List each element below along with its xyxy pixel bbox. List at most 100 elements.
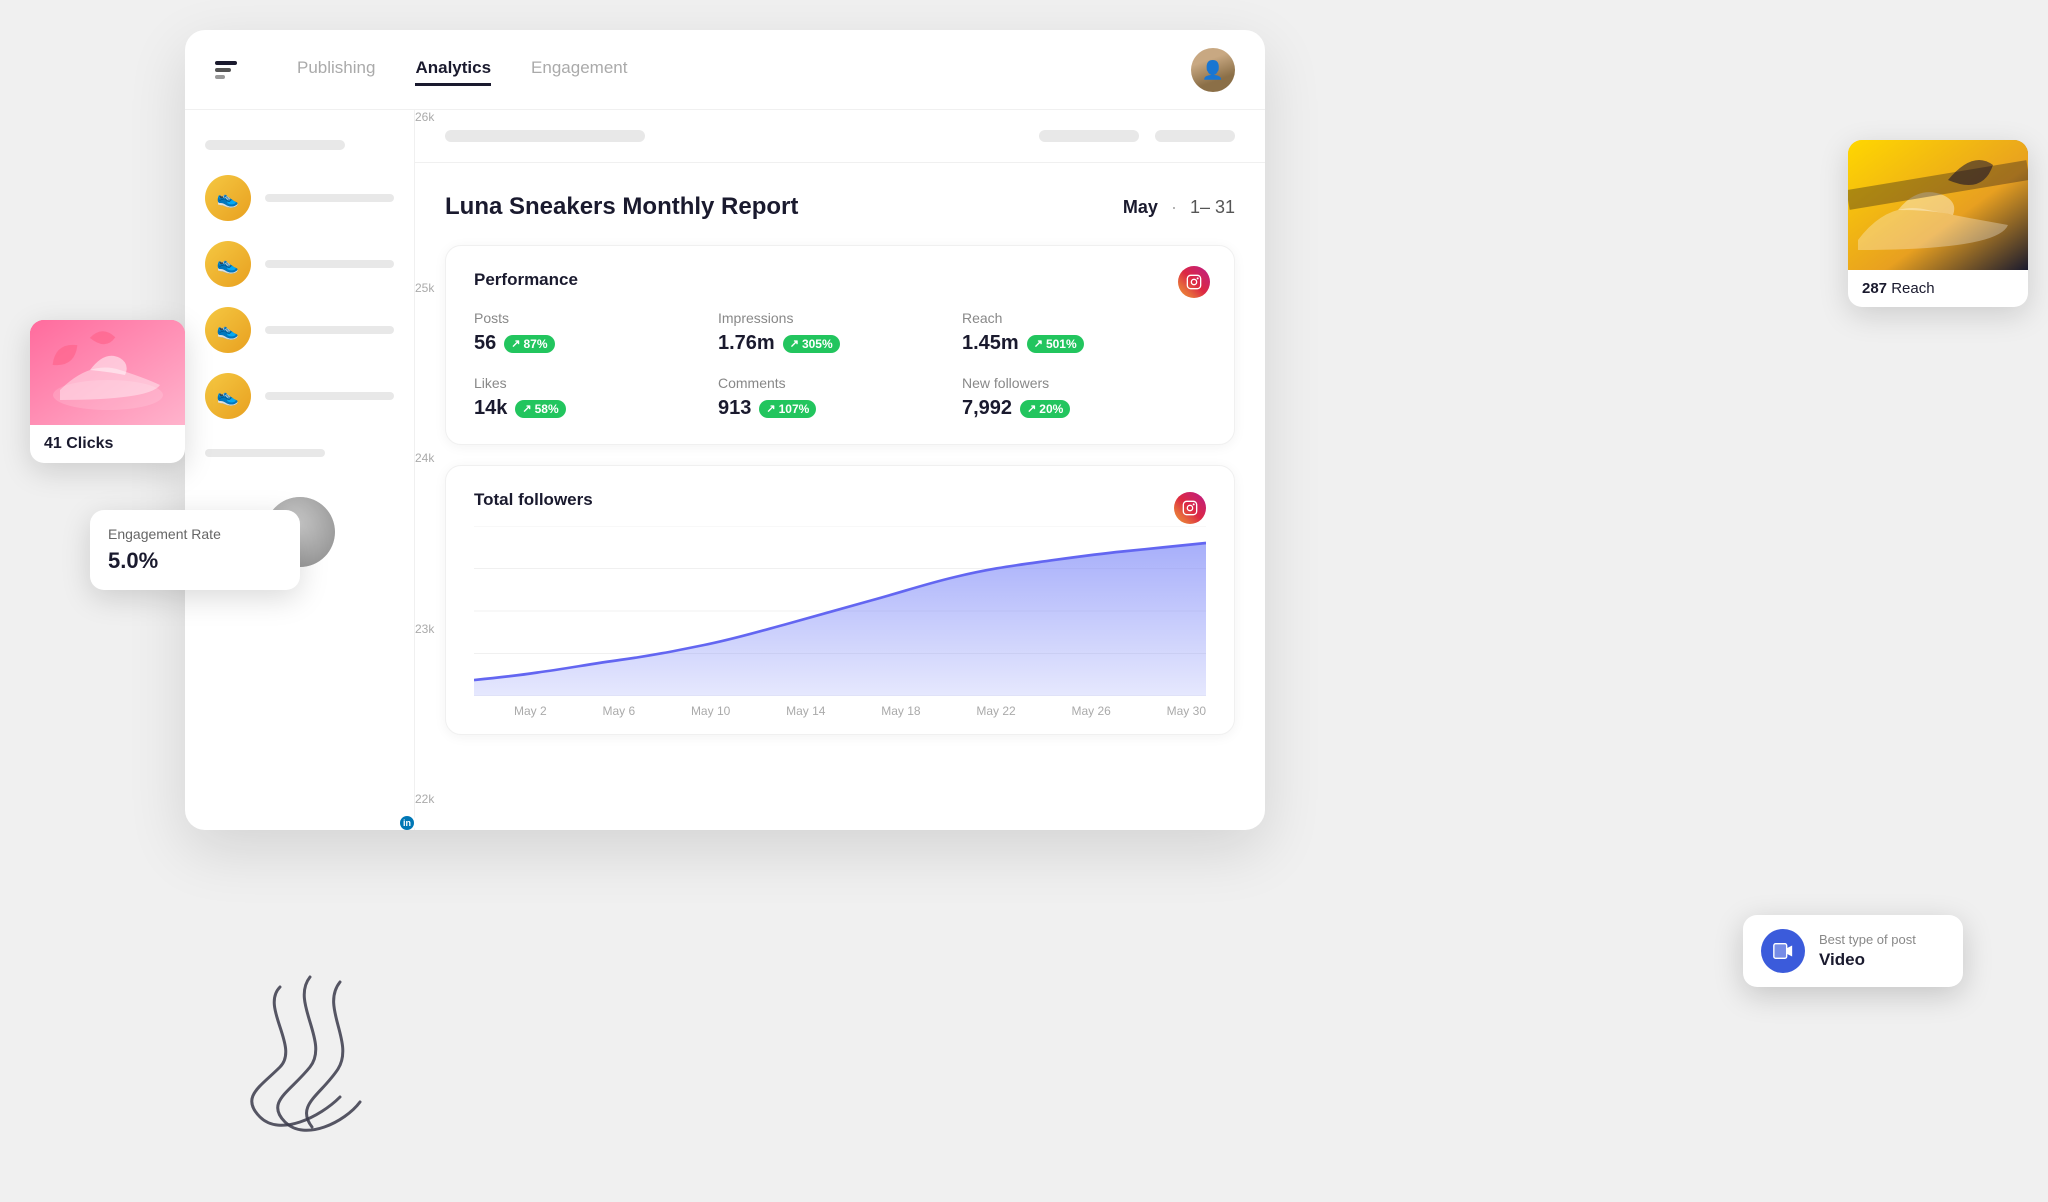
metric-impressions-value: 1.76m bbox=[718, 332, 775, 355]
metric-followers-badge: 20% bbox=[1020, 400, 1070, 418]
logo-bar-2 bbox=[215, 68, 231, 72]
metric-followers-row: 7,992 20% bbox=[962, 397, 1206, 420]
chart-svg-wrapper bbox=[474, 526, 1206, 696]
metric-impressions-badge: 305% bbox=[783, 335, 840, 353]
y-label-23k: 23k bbox=[415, 622, 451, 636]
chart-instagram-icon bbox=[1174, 492, 1206, 524]
sidebar: 👟 IG 👟 f 👟 bbox=[185, 110, 415, 830]
x-label-may22: May 22 bbox=[976, 704, 1015, 718]
sidebar-item-instagram[interactable]: 👟 IG bbox=[205, 175, 394, 221]
app-card: Publishing Analytics Engagement 👤 👟 IG bbox=[185, 30, 1265, 830]
reach-label: 287 Reach bbox=[1848, 270, 2028, 307]
sidebar-item-linkedin[interactable]: 👟 in bbox=[205, 373, 394, 419]
reach-number: 287 bbox=[1862, 280, 1887, 297]
metric-comments-value: 913 bbox=[718, 397, 751, 420]
sidebar-account-bar-tw bbox=[265, 326, 394, 334]
reach-image-inner bbox=[1848, 140, 2028, 270]
tab-engagement[interactable]: Engagement bbox=[531, 53, 627, 86]
x-label-may14: May 14 bbox=[786, 704, 825, 718]
metric-reach-value: 1.45m bbox=[962, 332, 1019, 355]
logo-bar-3 bbox=[215, 75, 225, 79]
date-month: May bbox=[1123, 197, 1158, 217]
logo[interactable] bbox=[215, 61, 237, 79]
x-label-may18: May 18 bbox=[881, 704, 920, 718]
metric-impressions: Impressions 1.76m 305% bbox=[718, 310, 962, 355]
chart-svg bbox=[474, 526, 1206, 696]
chart-y-labels: 26k 25k 24k 23k 22k bbox=[415, 110, 451, 806]
metric-posts: Posts 56 87% bbox=[474, 310, 718, 355]
metric-comments: Comments 913 107% bbox=[718, 375, 962, 420]
x-label-may30: May 30 bbox=[1167, 704, 1206, 718]
sub-bar-med bbox=[1039, 130, 1139, 142]
chart-area-fill bbox=[474, 543, 1206, 696]
metric-posts-badge: 87% bbox=[504, 335, 554, 353]
metric-reach-row: 1.45m 501% bbox=[962, 332, 1206, 355]
account-avatar-instagram: 👟 IG bbox=[205, 175, 251, 221]
y-label-25k: 25k bbox=[415, 281, 451, 295]
metric-comments-label: Comments bbox=[718, 375, 962, 391]
sidebar-account-bar-li bbox=[265, 392, 394, 400]
avatar[interactable]: 👤 bbox=[1191, 48, 1235, 92]
report-title: Luna Sneakers Monthly Report bbox=[445, 193, 798, 221]
metric-new-followers: New followers 7,992 20% bbox=[962, 375, 1206, 420]
sub-header bbox=[415, 110, 1265, 163]
metric-likes-label: Likes bbox=[474, 375, 718, 391]
x-label-may6: May 6 bbox=[602, 704, 635, 718]
account-avatar-twitter: 👟 t bbox=[205, 307, 251, 353]
metric-reach-badge: 501% bbox=[1027, 335, 1084, 353]
x-label-may26: May 26 bbox=[1072, 704, 1111, 718]
y-label-22k: 22k bbox=[415, 792, 451, 806]
x-label-may2: May 2 bbox=[514, 704, 547, 718]
performance-title: Performance bbox=[474, 270, 1206, 290]
metric-reach-label: Reach bbox=[962, 310, 1206, 326]
metric-comments-row: 913 107% bbox=[718, 397, 962, 420]
tab-publishing[interactable]: Publishing bbox=[297, 53, 375, 86]
x-label-may10: May 10 bbox=[691, 704, 730, 718]
tab-analytics[interactable]: Analytics bbox=[415, 53, 491, 86]
metric-comments-badge: 107% bbox=[759, 400, 816, 418]
card-engagement[interactable]: Engagement Rate 5.0% bbox=[90, 510, 300, 590]
date-range: May · 1– 31 bbox=[1123, 197, 1235, 218]
performance-card: Performance Posts 56 bbox=[445, 245, 1235, 445]
engagement-value: 5.0% bbox=[108, 548, 282, 574]
main-content: Luna Sneakers Monthly Report May · 1– 31… bbox=[415, 110, 1265, 830]
metric-reach: Reach 1.45m 501% bbox=[962, 310, 1206, 355]
chart-x-labels: May 2 May 6 May 10 May 14 May 18 May 22 … bbox=[474, 696, 1206, 734]
date-dot: · bbox=[1171, 197, 1182, 217]
metric-likes: Likes 14k 58% bbox=[474, 375, 718, 420]
metric-posts-value: 56 bbox=[474, 332, 496, 355]
account-avatar-facebook: 👟 f bbox=[205, 241, 251, 287]
best-post-text: Best type of post Video bbox=[1819, 932, 1916, 970]
chart-card: Total followers 26k 25k bbox=[445, 465, 1235, 735]
card-sneaker-image bbox=[30, 320, 185, 425]
nav-tabs: Publishing Analytics Engagement bbox=[297, 53, 1235, 86]
card-41-clicks[interactable]: 41 Clicks bbox=[30, 320, 185, 463]
y-label-24k: 24k bbox=[415, 451, 451, 465]
instagram-icon bbox=[1178, 266, 1210, 298]
metric-likes-row: 14k 58% bbox=[474, 397, 718, 420]
sidebar-item-facebook[interactable]: 👟 f bbox=[205, 241, 394, 287]
sub-bar-long bbox=[445, 130, 645, 142]
sneaker-svg bbox=[30, 320, 185, 425]
sub-bar-short bbox=[1155, 130, 1235, 142]
best-post-icon bbox=[1761, 929, 1805, 973]
squiggle-decoration bbox=[200, 967, 420, 1152]
sidebar-item-twitter[interactable]: 👟 t bbox=[205, 307, 394, 353]
metric-likes-badge: 58% bbox=[515, 400, 565, 418]
chart-body: 26k 25k 24k 23k 22k bbox=[474, 526, 1206, 696]
metrics-grid: Posts 56 87% Impressions 1.76m 305% bbox=[474, 310, 1206, 420]
reach-label-text: Reach bbox=[1891, 280, 1934, 297]
video-icon bbox=[1772, 940, 1794, 962]
chart-title: Total followers bbox=[474, 490, 593, 510]
metric-impressions-row: 1.76m 305% bbox=[718, 332, 962, 355]
metric-followers-label: New followers bbox=[962, 375, 1206, 391]
card-reach[interactable]: 287 Reach bbox=[1848, 140, 2028, 307]
metric-likes-value: 14k bbox=[474, 397, 507, 420]
metric-posts-label: Posts bbox=[474, 310, 718, 326]
card-best-post[interactable]: Best type of post Video bbox=[1743, 915, 1963, 987]
metric-impressions-label: Impressions bbox=[718, 310, 962, 326]
reach-image-svg bbox=[1848, 140, 2028, 270]
squiggle-svg bbox=[200, 967, 420, 1147]
sidebar-bottom-bar bbox=[205, 449, 325, 457]
report-area: Luna Sneakers Monthly Report May · 1– 31… bbox=[415, 163, 1265, 755]
